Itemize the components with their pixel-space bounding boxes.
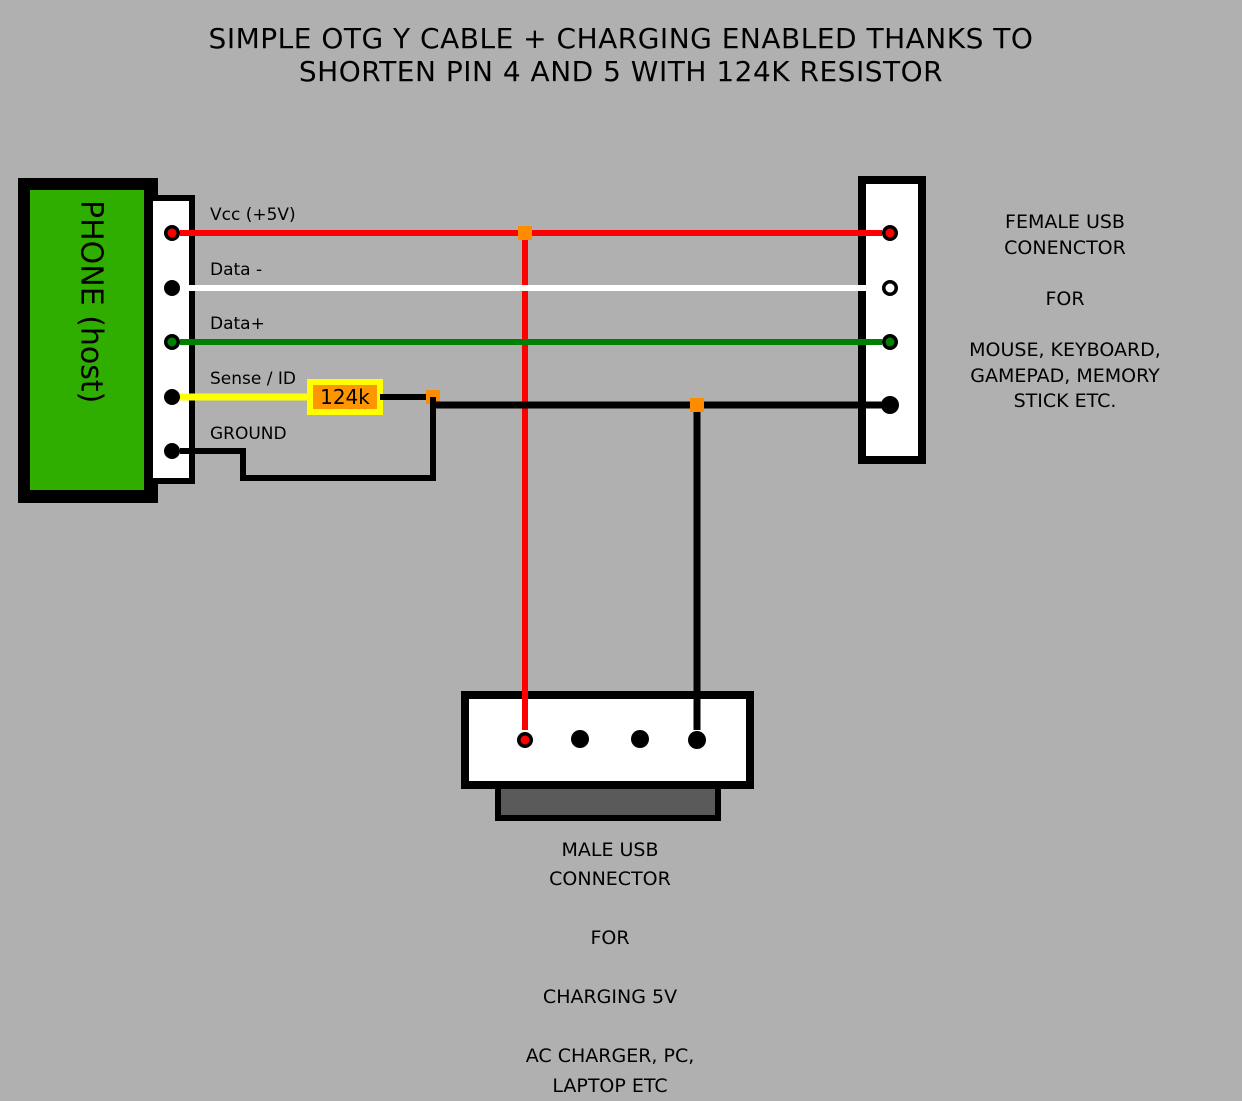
label-data-plus: Data+ <box>210 314 265 334</box>
male-usb-connector <box>465 695 750 818</box>
male-usb-line4: CHARGING 5V <box>543 986 677 1008</box>
label-data-minus: Data - <box>210 260 262 280</box>
male-usb-line6: LAPTOP ETC <box>552 1075 667 1097</box>
female-usb-line5: GAMEPAD, MEMORY <box>970 365 1159 387</box>
junction-ground-branch <box>690 398 704 412</box>
female-usb-connector <box>862 180 922 460</box>
female-usb-line4: MOUSE, KEYBOARD, <box>969 339 1161 361</box>
male-usb-line1: MALE USB <box>561 839 658 861</box>
phone-connector: PHONE (host) <box>18 178 192 503</box>
female-usb-caption: FEMALE USB CONENCTOR FOR MOUSE, KEYBOARD… <box>950 210 1180 415</box>
female-usb-line1: FEMALE USB <box>1005 211 1125 233</box>
label-ground: GROUND <box>210 424 287 444</box>
male-usb-line2: CONNECTOR <box>549 868 671 890</box>
male-usb-caption: MALE USB CONNECTOR FOR CHARGING 5V AC CH… <box>460 836 760 1101</box>
resistor-124k: 124k <box>310 382 380 412</box>
male-usb-line5: AC CHARGER, PC, <box>526 1045 695 1067</box>
svg-text:124k: 124k <box>320 385 370 409</box>
label-sense: Sense / ID <box>210 369 296 389</box>
label-vcc: Vcc (+5V) <box>210 205 296 225</box>
female-usb-line2: CONENCTOR <box>1004 237 1126 259</box>
female-usb-line3: FOR <box>1045 288 1084 310</box>
junction-vcc <box>518 226 532 240</box>
phone-host-label: PHONE (host) <box>74 200 109 403</box>
female-usb-line6: STICK ETC. <box>1014 390 1117 412</box>
male-usb-line3: FOR <box>590 927 629 949</box>
